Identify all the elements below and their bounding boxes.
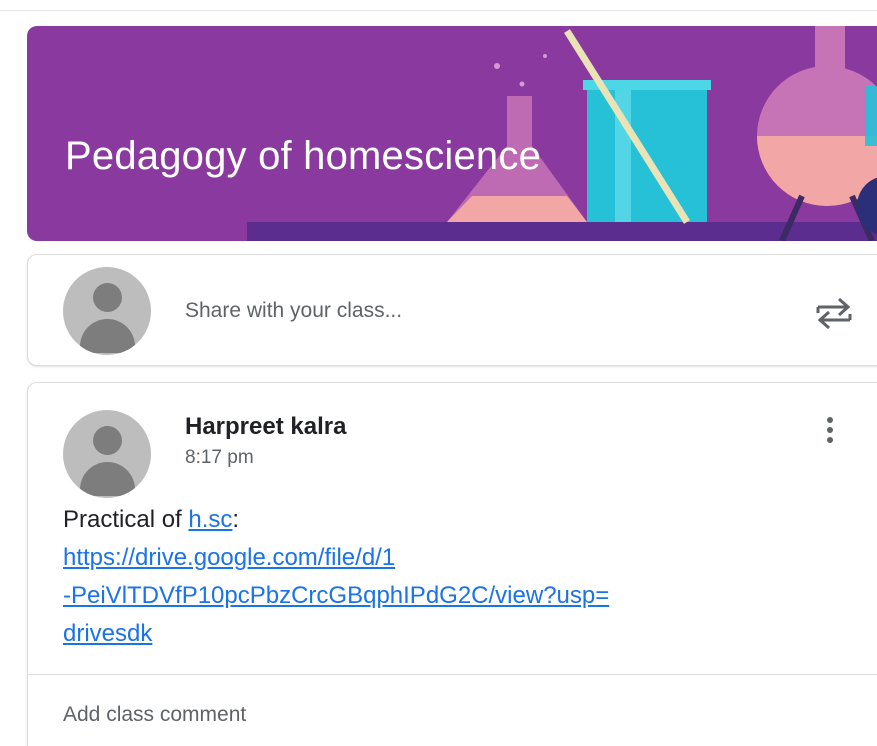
- class-banner[interactable]: Pedagogy of homescience: [27, 26, 877, 241]
- share-input[interactable]: Share with your class...: [185, 299, 402, 323]
- avatar-head: [93, 283, 122, 312]
- repost-icon[interactable]: [812, 293, 856, 333]
- post-time: 8:17 pm: [185, 447, 254, 468]
- colon: :: [232, 506, 240, 533]
- drive-link-line-3[interactable]: drivesdk: [63, 615, 843, 653]
- add-class-comment[interactable]: Add class comment: [63, 703, 246, 727]
- drive-link-line-2[interactable]: -PeiVlTDVfP10pcPbzCrcGBqphIPdG2C/view?us…: [63, 577, 843, 615]
- more-vert-icon[interactable]: [823, 417, 837, 447]
- post-body: Practical of h.sc: https://drive.google.…: [63, 501, 843, 653]
- body-prefix: Practical of: [63, 506, 189, 533]
- post-first-line: Practical of h.sc:: [63, 501, 843, 539]
- announcement-card: Harpreet kalra 8:17 pm Practical of h.sc…: [27, 382, 877, 746]
- drive-link-line-1[interactable]: https://drive.google.com/file/d/1: [63, 539, 843, 577]
- author-name: Harpreet kalra: [185, 413, 347, 440]
- share-with-class-card[interactable]: Share with your class...: [27, 254, 877, 366]
- avatar-body: [80, 462, 135, 496]
- top-divider: [0, 10, 877, 11]
- classroom-stream: Pedagogy of homescience Share with your …: [0, 0, 877, 746]
- comment-divider: [28, 674, 877, 675]
- inline-link[interactable]: h.sc: [188, 506, 232, 533]
- class-title: Pedagogy of homescience: [65, 134, 542, 178]
- avatar-body: [80, 319, 135, 353]
- author-avatar: [63, 410, 151, 498]
- user-avatar: [63, 267, 151, 355]
- avatar-head: [93, 426, 122, 455]
